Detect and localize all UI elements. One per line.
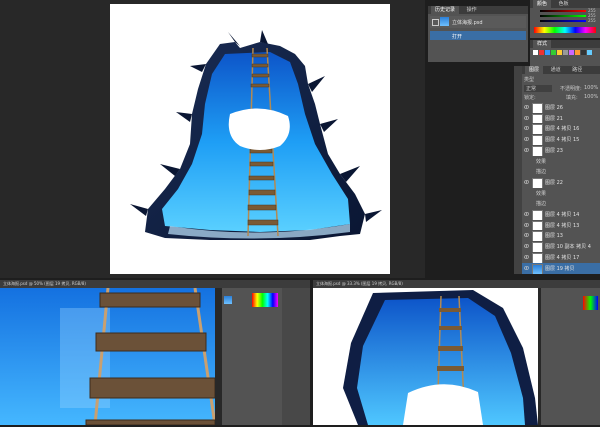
brush-icon [432, 19, 439, 26]
tab-channels[interactable]: 通道 [547, 66, 565, 74]
eye-icon[interactable] [523, 148, 530, 152]
tab-layers[interactable]: 图层 [525, 66, 544, 74]
bottom-left-title: 立体海报.psd @ 50% (图层 19 拷贝, RGB/8) [0, 280, 310, 288]
zoomed-ladder-view[interactable] [0, 288, 215, 425]
history-panel: 历史记录 操作 立体海报.psd 打开 [428, 6, 528, 62]
color-panel: 颜色 色板 255 255 255 [530, 0, 600, 38]
history-snapshot[interactable]: 立体海报.psd [430, 16, 526, 28]
swatch[interactable] [557, 50, 562, 55]
eye-icon[interactable] [523, 212, 530, 216]
blue-value[interactable]: 255 [588, 18, 596, 23]
layer-filter-kind[interactable]: 类型 [524, 76, 534, 83]
tab-styles[interactable]: 样式 [533, 40, 552, 48]
styles-tabbar: 样式 [530, 40, 600, 48]
layer-effect-label: 效果 [536, 158, 547, 165]
ice-floe [228, 108, 290, 150]
layer-name: 图层 22 [545, 179, 563, 186]
color-spectrum[interactable] [583, 296, 598, 310]
swatch[interactable] [581, 50, 586, 55]
eye-icon[interactable] [523, 265, 530, 270]
eye-icon[interactable] [523, 233, 530, 238]
eye-icon[interactable] [523, 244, 530, 248]
opacity-value[interactable]: 100% [584, 85, 598, 91]
layer-name: 图层 23 [545, 147, 563, 154]
layer-effect-label: 描边 [536, 201, 547, 208]
layer-name: 图层 21 [545, 115, 563, 122]
layer-name: 图层 13 [545, 233, 563, 240]
eye-icon[interactable] [523, 105, 530, 109]
bottom-left-window: 立体海报.psd @ 50% (图层 19 拷贝, RGB/8) [0, 280, 310, 425]
layer-name: 图层 26 [545, 105, 563, 111]
opacity-label: 不透明度: [560, 86, 582, 92]
bottom-right-window: 立体海报.psd @ 33.3% (图层 19 拷贝, RGB/8) [313, 280, 600, 426]
styles-panel: 样式 [530, 40, 600, 66]
snapshot-thumbnail [224, 296, 232, 304]
bottom-left-layer-list [282, 288, 310, 425]
layer-thumbnail [532, 263, 543, 274]
tab-swatches[interactable]: 色板 [555, 0, 573, 8]
layer-effect-label: 效果 [536, 190, 547, 197]
history-step-label: 打开 [452, 34, 463, 40]
tab-history[interactable]: 历史记录 [431, 6, 460, 14]
history-tabbar: 历史记录 操作 [428, 6, 528, 14]
blend-mode-value: 正常 [526, 86, 537, 92]
green-slider[interactable] [540, 15, 586, 17]
tab-actions[interactable]: 操作 [463, 6, 481, 14]
swatch[interactable] [545, 50, 550, 55]
layer-name: 图层 10 副本 拷贝 4 [545, 244, 591, 251]
layers-tabbar: 图层 通道 路径 [522, 66, 600, 74]
bottom-right-panels [541, 288, 600, 425]
layer-name: 图层 4 拷贝 13 [545, 222, 580, 229]
swatch[interactable] [551, 50, 556, 55]
blend-mode-select[interactable]: 正常 [524, 85, 552, 92]
history-step-open[interactable]: 打开 [430, 31, 526, 40]
eye-icon[interactable] [523, 255, 530, 259]
swatch[interactable] [587, 50, 592, 55]
layer-list: 图层 26 图层 21 图层 4 拷贝 16 图层 4 拷贝 15 图层 23 效果 描边图… [522, 102, 600, 274]
color-spectrum[interactable] [252, 293, 278, 307]
fill-value[interactable]: 100% [584, 94, 598, 100]
document-canvas[interactable] [110, 4, 390, 274]
lock-label: 锁定: [524, 95, 536, 101]
eye-icon[interactable] [523, 115, 530, 120]
snapshot-thumbnail [440, 17, 449, 26]
artwork-3d-hole-zoom [343, 290, 538, 426]
tab-paths[interactable]: 路径 [568, 66, 586, 74]
eye-icon[interactable] [523, 222, 530, 227]
red-slider[interactable] [540, 10, 586, 12]
bottom-right-canvas[interactable] [313, 288, 538, 426]
swatch[interactable] [575, 50, 580, 55]
layer-row[interactable]: 图层 19 拷贝 [522, 262, 600, 274]
layer-name: 图层 4 拷贝 14 [545, 212, 580, 218]
artwork-3d-hole [130, 30, 382, 240]
color-tabbar: 颜色 色板 [530, 0, 600, 8]
swatch[interactable] [539, 50, 544, 55]
eye-icon[interactable] [523, 180, 530, 184]
bottom-right-title: 立体海报.psd @ 33.3% (图层 19 拷贝, RGB/8) [313, 280, 600, 288]
tab-color[interactable]: 颜色 [533, 0, 552, 8]
layer-name: 图层 19 拷贝 [545, 265, 575, 272]
layer-name: 图层 4 拷贝 17 [545, 254, 580, 261]
eye-icon[interactable] [523, 126, 530, 131]
layer-name: 图层 4 拷贝 15 [545, 137, 580, 144]
history-file-label: 立体海报.psd [452, 20, 483, 26]
layer-effect-label: 描边 [536, 169, 547, 176]
color-spectrum[interactable] [534, 27, 596, 33]
swatch[interactable] [533, 50, 538, 55]
swatch[interactable] [563, 50, 568, 55]
eye-icon[interactable] [523, 137, 530, 141]
swatch[interactable] [569, 50, 574, 55]
layers-panel: 图层 通道 路径 类型 正常 不透明度: 100% 锁定: 填充: 100% 图… [522, 66, 600, 274]
fill-label: 填充: [566, 95, 578, 101]
bottom-left-panels [222, 288, 282, 425]
style-swatches [533, 50, 597, 58]
blue-slider[interactable] [540, 20, 586, 22]
layer-name: 图层 4 拷贝 16 [545, 126, 580, 133]
